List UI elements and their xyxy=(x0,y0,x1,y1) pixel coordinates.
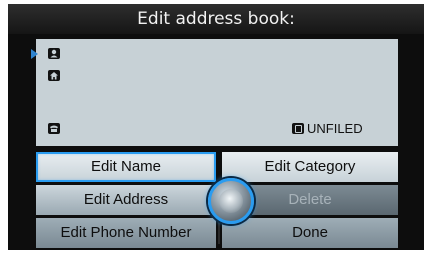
category-text: UNFILED xyxy=(307,120,363,136)
category-label: UNFILED xyxy=(292,120,363,136)
selection-cursor-icon xyxy=(31,49,38,59)
edit-address-button[interactable]: Edit Address xyxy=(36,185,216,215)
screen-title: Edit address book: xyxy=(8,4,424,34)
menu-divider xyxy=(218,222,220,244)
knob-center xyxy=(219,189,243,213)
category-tag-icon xyxy=(292,122,304,134)
home-icon xyxy=(48,70,60,81)
phone-icon xyxy=(48,123,60,134)
edit-name-button[interactable]: Edit Name xyxy=(36,152,216,182)
edit-phone-number-button[interactable]: Edit Phone Number xyxy=(36,218,216,248)
menu-row-1: Edit Name Edit Category xyxy=(36,152,398,182)
done-button[interactable]: Done xyxy=(222,218,398,248)
nav-screen: Edit address book: UNFILED Edit Name Edi… xyxy=(8,4,424,250)
edit-category-button[interactable]: Edit Category xyxy=(222,152,398,182)
address-info-panel: UNFILED xyxy=(36,39,398,146)
menu-row-3: Edit Phone Number Done xyxy=(36,218,398,248)
interface-dial-knob[interactable] xyxy=(208,178,254,224)
person-icon xyxy=(48,48,60,59)
